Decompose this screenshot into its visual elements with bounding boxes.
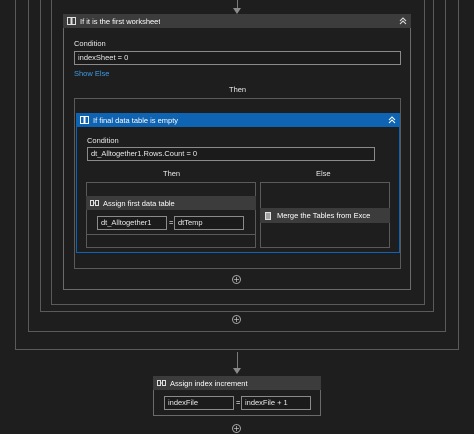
if-first-worksheet-header[interactable]: If it is the first worksheet bbox=[63, 14, 411, 28]
assign-first-value-input[interactable]: dtTemp bbox=[174, 216, 244, 230]
inner-else-label: Else bbox=[316, 169, 331, 178]
if-first-worksheet-title: If it is the first worksheet bbox=[80, 16, 161, 26]
chevron-double-up-icon[interactable] bbox=[399, 17, 407, 25]
assign-index-increment-title: Assign index increment bbox=[170, 378, 248, 388]
inner-then-label: Then bbox=[163, 169, 181, 178]
if-activity-icon bbox=[67, 17, 76, 25]
assign-increment-to-input[interactable]: indexFile bbox=[164, 396, 234, 410]
assign-increment-equals: = bbox=[236, 398, 241, 407]
add-activity-button[interactable]: + bbox=[232, 315, 241, 324]
outer-condition-input[interactable]: indexSheet = 0 bbox=[74, 51, 401, 65]
inner-condition-input[interactable]: dt_Alltogether1.Rows.Count = 0 bbox=[87, 147, 375, 161]
add-activity-button[interactable]: + bbox=[232, 275, 241, 284]
merge-tables-title: Merge the Tables from Exce bbox=[277, 211, 371, 220]
inner-condition-label: Condition bbox=[87, 136, 119, 145]
if-activity-icon bbox=[80, 116, 89, 124]
assign-index-increment-header[interactable]: Assign index increment bbox=[153, 376, 321, 390]
add-activity-button[interactable]: + bbox=[232, 424, 241, 433]
assign-activity-icon bbox=[90, 200, 99, 206]
if-final-table-empty-header[interactable]: If final data table is empty bbox=[76, 113, 400, 127]
chevron-double-up-icon[interactable] bbox=[388, 116, 396, 124]
assign-activity-icon bbox=[157, 380, 166, 386]
assign-first-data-table-header[interactable]: Assign first data table bbox=[86, 196, 256, 210]
assign-increment-value-input[interactable]: indexFile + 1 bbox=[241, 396, 311, 410]
outer-then-label: Then bbox=[229, 85, 247, 94]
assign-first-data-table-title: Assign first data table bbox=[103, 198, 175, 208]
merge-activity-icon bbox=[265, 211, 271, 220]
merge-tables-activity[interactable]: Merge the Tables from Exce bbox=[260, 208, 390, 223]
outer-condition-label: Condition bbox=[74, 39, 106, 48]
bottom-connector-arrow bbox=[233, 368, 241, 374]
assign-first-to-input[interactable]: dt_Alltogether1 bbox=[97, 216, 167, 230]
show-else-link[interactable]: Show Else bbox=[74, 69, 109, 78]
bottom-connector-line bbox=[237, 352, 238, 369]
assign-first-equals: = bbox=[169, 218, 174, 227]
if-final-table-empty-title: If final data table is empty bbox=[93, 115, 179, 125]
